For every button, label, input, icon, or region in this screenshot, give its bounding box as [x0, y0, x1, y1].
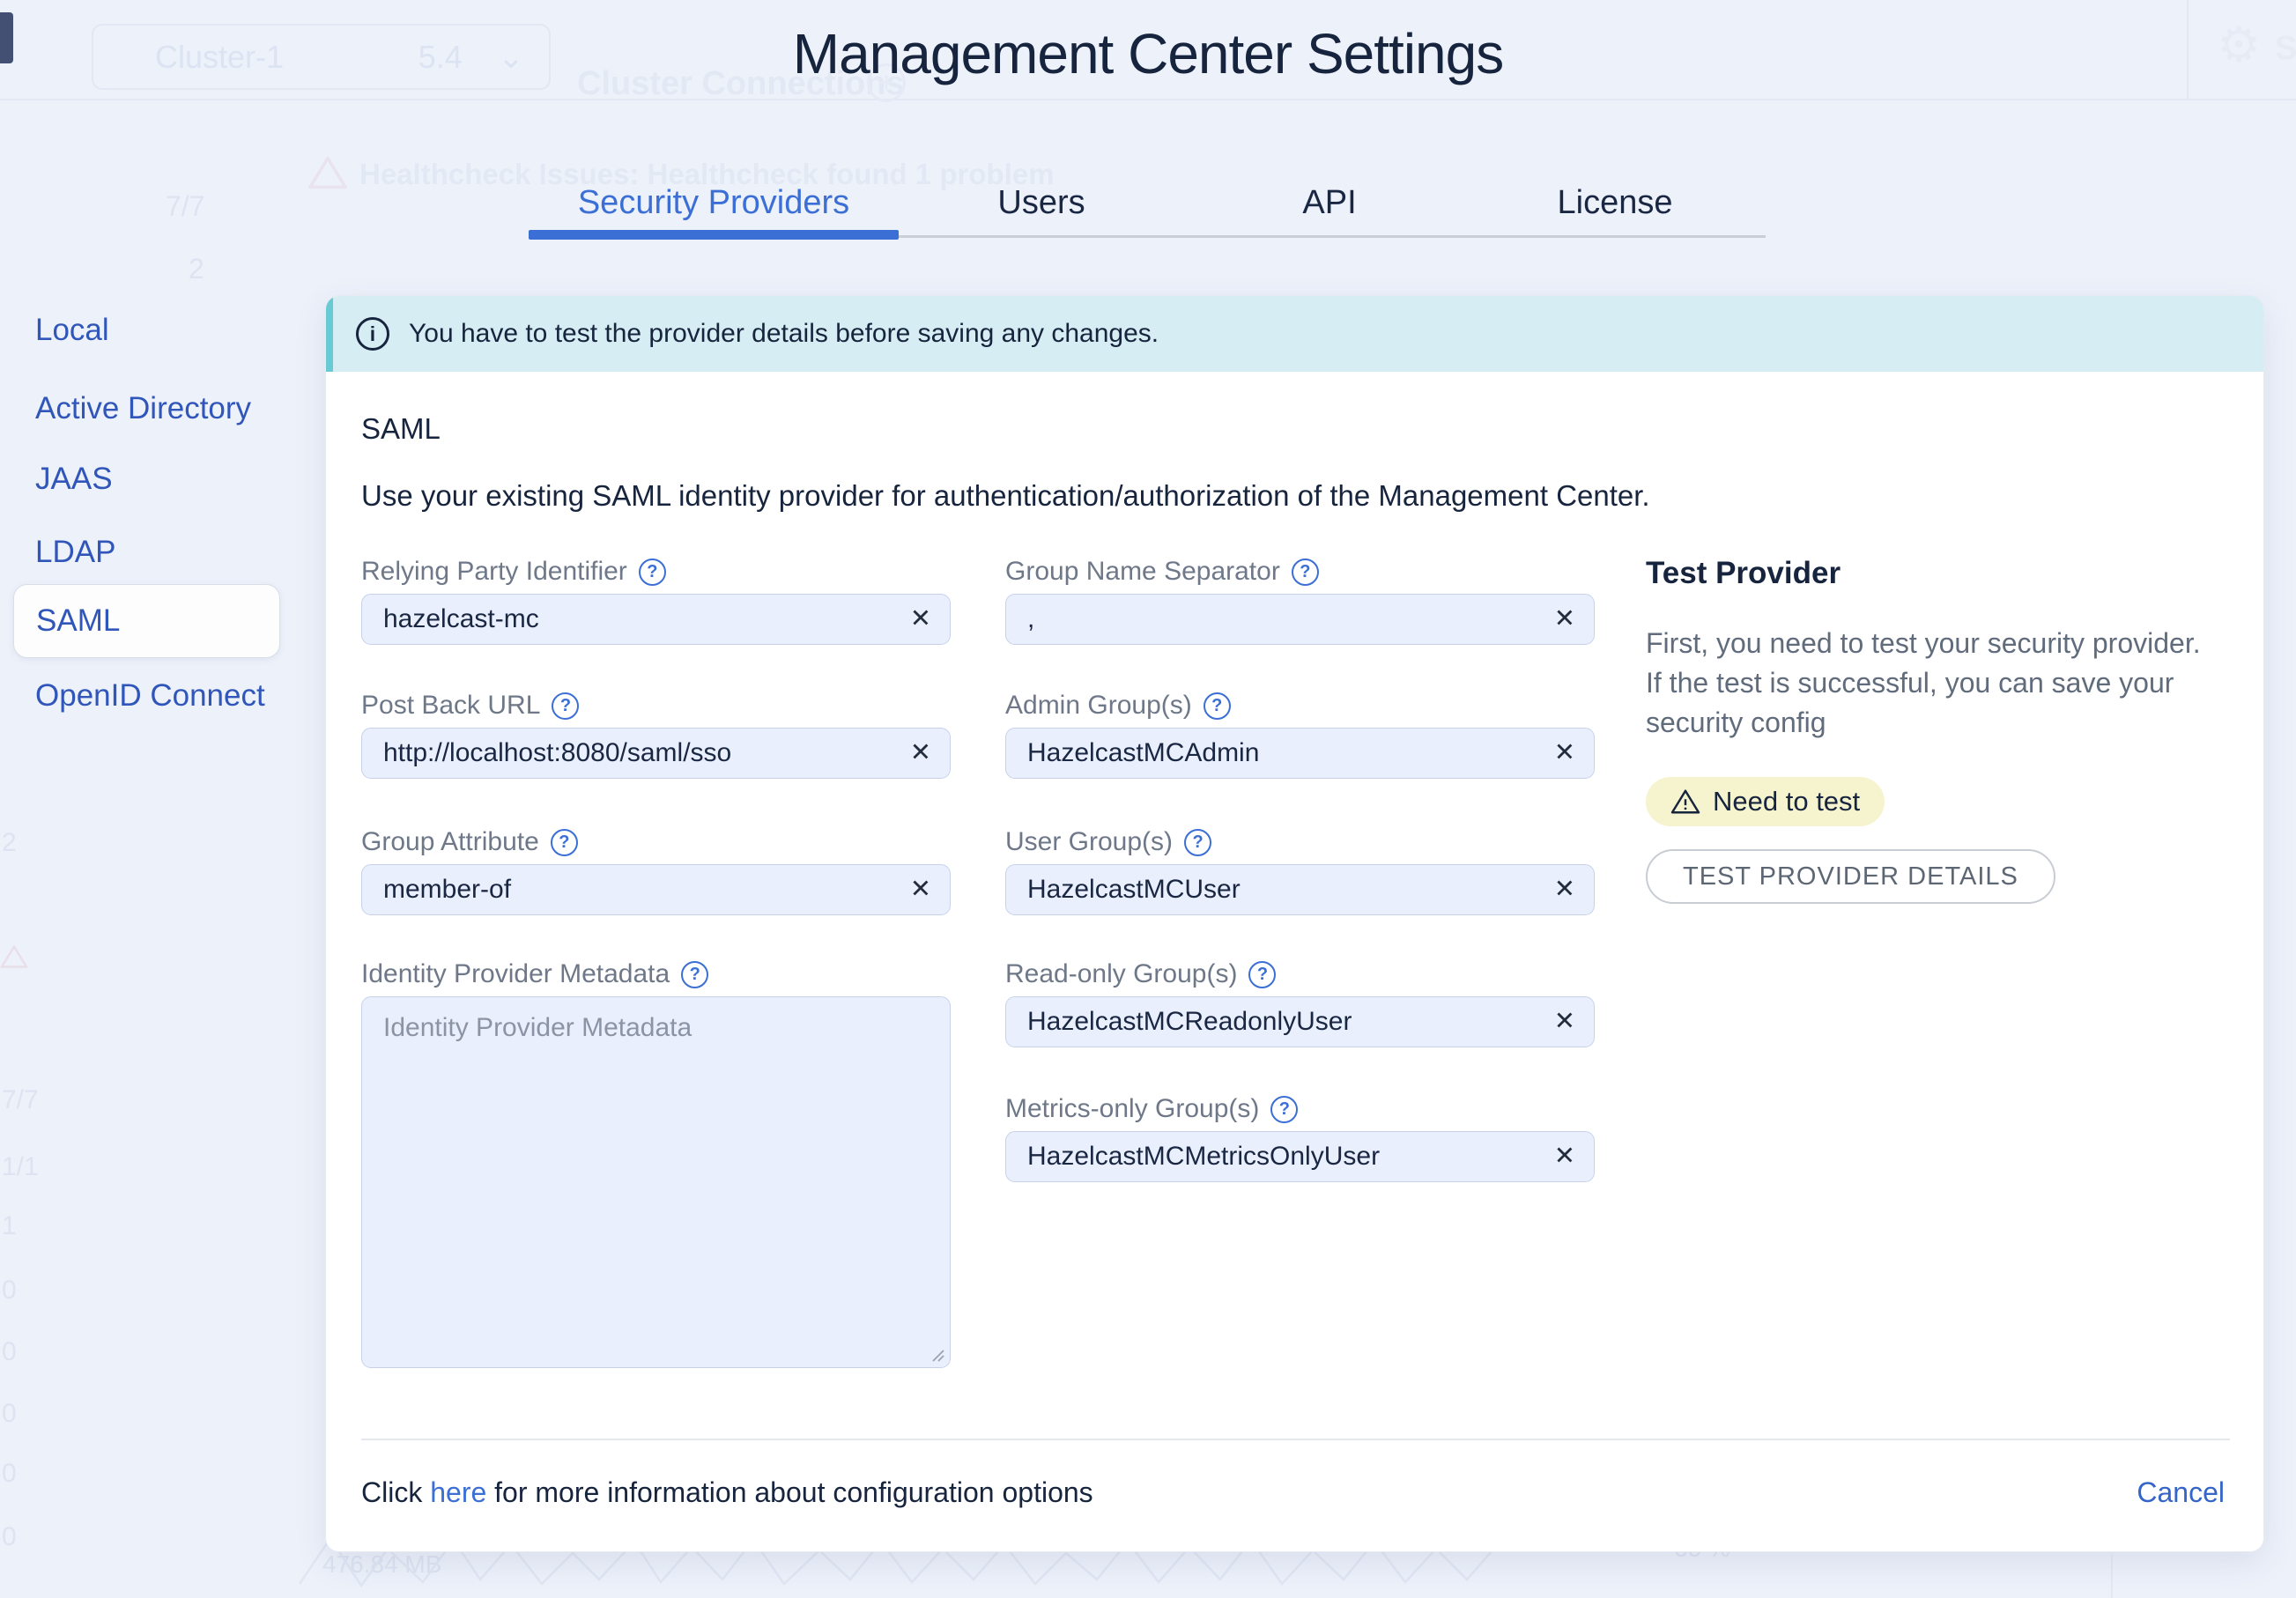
ghost-left-count: 0: [2, 1399, 17, 1429]
warning-triangle-icon: [0, 944, 28, 969]
help-icon[interactable]: ?: [551, 829, 578, 856]
clear-icon[interactable]: ✕: [1554, 877, 1575, 903]
footer-info-text: Click here for more information about co…: [361, 1476, 1093, 1509]
ghost-memory-label: 476.84 MB: [322, 1550, 441, 1579]
ghost-count-members: 7/7: [166, 190, 204, 223]
clear-icon[interactable]: ✕: [910, 877, 931, 903]
clear-icon[interactable]: ✕: [910, 607, 931, 633]
banner-accent-bar: [326, 296, 333, 372]
clear-icon[interactable]: ✕: [1554, 1144, 1575, 1170]
status-badge: Need to test: [1646, 777, 1885, 826]
field-label: Group Attribute: [361, 827, 539, 857]
here-link[interactable]: here: [430, 1476, 486, 1508]
help-icon[interactable]: ?: [1270, 1096, 1298, 1123]
status-badge-label: Need to test: [1713, 786, 1860, 817]
readonly-groups-input[interactable]: [1005, 996, 1595, 1047]
clear-icon[interactable]: ✕: [910, 741, 931, 766]
sidebar-item-ldap[interactable]: LDAP: [35, 535, 115, 570]
field-label: User Group(s): [1005, 827, 1173, 857]
field-label: Post Back URL: [361, 691, 540, 721]
field-group-name-separator: Group Name Separator ? ✕: [1005, 555, 1595, 645]
footer-text-suffix: for more information about configuration…: [486, 1476, 1092, 1508]
page-title: Management Center Settings: [0, 21, 2296, 86]
help-icon[interactable]: ?: [1184, 829, 1211, 856]
tab-api[interactable]: API: [1302, 184, 1356, 222]
management-center-settings-screen: { "window": { "title": "Management Cente…: [0, 0, 2296, 1598]
identity-provider-metadata-textarea[interactable]: [361, 996, 951, 1368]
info-banner: i You have to test the provider details …: [326, 296, 2263, 372]
relying-party-identifier-input[interactable]: [361, 594, 951, 645]
post-back-url-input[interactable]: [361, 728, 951, 779]
test-provider-details-button[interactable]: TEST PROVIDER DETAILS: [1646, 849, 2055, 904]
sidebar-item-label: SAML: [36, 603, 120, 639]
field-identity-provider-metadata: Identity Provider Metadata ?: [361, 958, 951, 1372]
ghost-left-count: 7/7: [2, 1085, 39, 1115]
tab-bar: Security Providers Users API License: [529, 181, 1766, 244]
field-group-attribute: Group Attribute ? ✕: [361, 825, 951, 915]
tab-license[interactable]: License: [1558, 184, 1673, 222]
saml-settings-panel: i You have to test the provider details …: [325, 295, 2264, 1552]
warning-triangle-icon: [1670, 788, 1700, 815]
sidebar-item-saml[interactable]: SAML: [13, 584, 280, 658]
ghost-left-count: 1/1: [2, 1152, 39, 1182]
tab-security-providers[interactable]: Security Providers: [578, 184, 849, 222]
field-label: Read-only Group(s): [1005, 959, 1237, 989]
cancel-button[interactable]: Cancel: [2137, 1476, 2225, 1509]
info-icon: i: [356, 317, 389, 351]
resize-handle-icon[interactable]: [929, 1346, 944, 1362]
clear-icon[interactable]: ✕: [1554, 607, 1575, 633]
warning-triangle-icon: [308, 155, 347, 190]
help-icon[interactable]: ?: [681, 961, 708, 988]
clear-icon[interactable]: ✕: [1554, 1010, 1575, 1035]
section-description: Use your existing SAML identity provider…: [361, 479, 1650, 513]
tab-users[interactable]: Users: [997, 184, 1085, 222]
ghost-chart-axis: [2111, 1555, 2113, 1598]
help-icon[interactable]: ?: [1204, 692, 1231, 720]
active-tab-indicator: [529, 230, 899, 240]
group-name-separator-input[interactable]: [1005, 594, 1595, 645]
help-icon[interactable]: ?: [552, 692, 579, 720]
sidebar-item-active-directory[interactable]: Active Directory: [35, 391, 251, 426]
section-title: SAML: [361, 412, 441, 446]
field-user-groups: User Group(s) ? ✕: [1005, 825, 1595, 915]
help-icon[interactable]: ?: [1292, 559, 1319, 586]
user-groups-input[interactable]: [1005, 864, 1595, 915]
field-post-back-url: Post Back URL ? ✕: [361, 689, 951, 779]
field-label: Admin Group(s): [1005, 691, 1192, 721]
ghost-left-count: 0: [2, 1522, 17, 1552]
field-label: Group Name Separator: [1005, 557, 1280, 587]
field-label: Metrics-only Group(s): [1005, 1094, 1259, 1124]
field-label: Relying Party Identifier: [361, 557, 627, 587]
metrics-groups-input[interactable]: [1005, 1131, 1595, 1182]
help-icon[interactable]: ?: [1248, 961, 1276, 988]
ghost-left-count: 1: [2, 1211, 17, 1241]
sidebar-item-jaas[interactable]: JAAS: [35, 462, 113, 497]
group-attribute-input[interactable]: [361, 864, 951, 915]
footer-text-prefix: Click: [361, 1476, 430, 1508]
clear-icon[interactable]: ✕: [1554, 741, 1575, 766]
field-readonly-groups: Read-only Group(s) ? ✕: [1005, 958, 1595, 1047]
sidebar-item-openid-connect[interactable]: OpenID Connect: [35, 678, 265, 714]
test-provider-description: First, you need to test your security pr…: [1646, 624, 2218, 743]
field-metrics-groups: Metrics-only Group(s) ? ✕: [1005, 1092, 1595, 1182]
ghost-left-count: 2: [2, 828, 17, 858]
admin-groups-input[interactable]: [1005, 728, 1595, 779]
ghost-left-count: 0: [2, 1459, 17, 1489]
ghost-count-clients: 2: [189, 253, 204, 285]
banner-message: You have to test the provider details be…: [409, 319, 1159, 349]
ghost-left-count: 0: [2, 1337, 17, 1367]
ghost-left-count: 0: [2, 1276, 17, 1306]
help-icon[interactable]: ?: [639, 559, 666, 586]
field-label: Identity Provider Metadata: [361, 959, 670, 989]
test-provider-title: Test Provider: [1646, 556, 1841, 591]
field-admin-groups: Admin Group(s) ? ✕: [1005, 689, 1595, 779]
sidebar-item-local[interactable]: Local: [35, 313, 109, 348]
footer-divider: [361, 1439, 2230, 1440]
ghost-topbar-border: [0, 99, 2296, 100]
field-relying-party-identifier: Relying Party Identifier ? ✕: [361, 555, 951, 645]
